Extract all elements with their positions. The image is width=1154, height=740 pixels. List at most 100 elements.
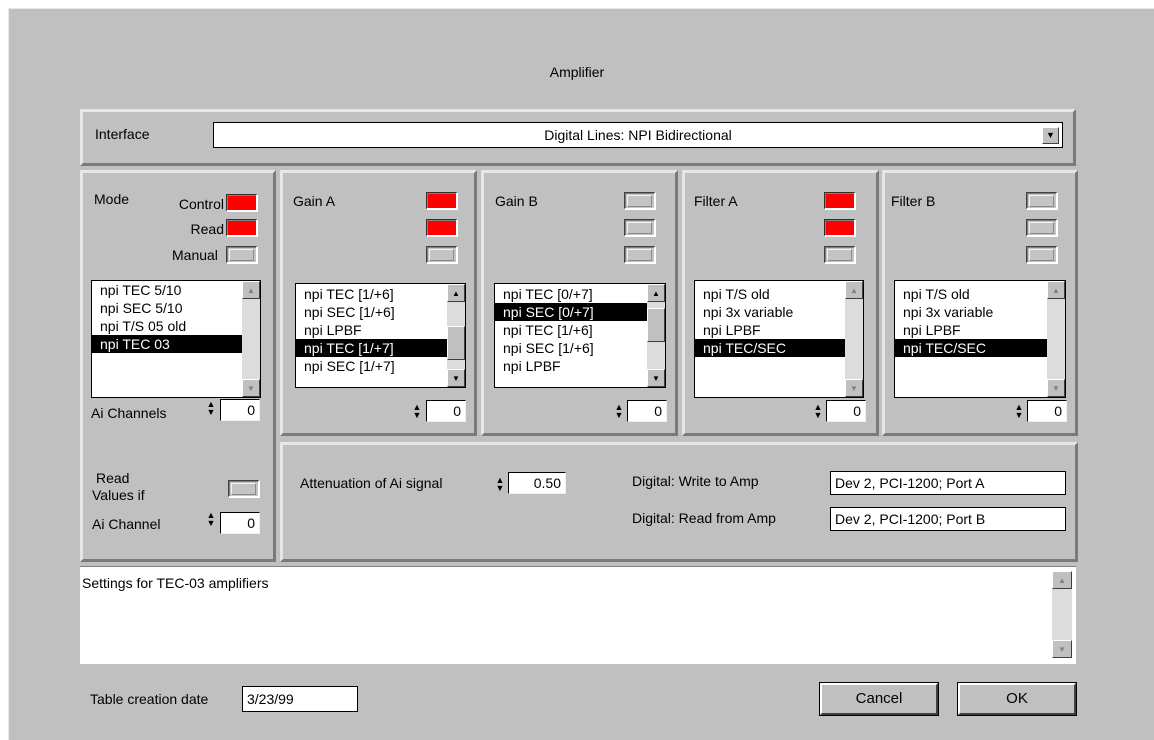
ok-button[interactable]: OK [957, 682, 1077, 716]
filter-b-scrollbar[interactable]: ▲ ▼ [1047, 281, 1065, 397]
notes-scrollbar[interactable]: ▲ ▼ [1052, 571, 1072, 658]
list-item[interactable]: npi SEC [0/+7] [495, 303, 647, 321]
write-field[interactable]: Dev 2, PCI-1200; Port A [830, 471, 1066, 495]
list-item[interactable]: npi LPBF [895, 321, 1047, 339]
mode-listbox[interactable]: npi TEC 5/10 npi SEC 5/10 npi T/S 05 old… [91, 280, 261, 398]
read-values-channel-field[interactable]: 0 [220, 512, 260, 534]
scroll-up-icon[interactable]: ▲ [845, 281, 863, 299]
scroll-down-icon[interactable]: ▼ [1052, 640, 1072, 658]
list-item[interactable]: npi T/S old [695, 285, 845, 303]
list-item[interactable]: npi TEC [1/+6] [296, 285, 447, 303]
list-item[interactable]: npi SEC 5/10 [92, 299, 242, 317]
attenuation-field[interactable]: 0.50 [508, 472, 566, 494]
list-item[interactable]: npi T/S old [895, 285, 1047, 303]
gain-a-label: Gain A [293, 193, 336, 209]
notes-text: Settings for TEC-03 amplifiers [82, 575, 269, 591]
list-item[interactable]: npi LPBF [296, 321, 447, 339]
filter-b-led-2[interactable] [1026, 219, 1058, 237]
attenuation-label: Attenuation of Ai signal [300, 475, 443, 491]
gain-a-led-3[interactable] [426, 246, 458, 264]
mode-manual-led[interactable] [226, 246, 258, 264]
interface-value: Digital Lines: NPI Bidirectional [544, 127, 732, 143]
filter-a-led-3[interactable] [824, 246, 856, 264]
scroll-up-icon[interactable]: ▲ [647, 284, 665, 302]
cancel-button[interactable]: Cancel [819, 682, 939, 716]
filter-b-led-3[interactable] [1026, 246, 1058, 264]
list-item[interactable]: npi TEC [0/+7] [495, 285, 647, 303]
scroll-up-icon[interactable]: ▲ [1047, 281, 1065, 299]
list-item[interactable]: npi TEC [1/+7] [296, 339, 447, 357]
list-item[interactable]: npi LPBF [695, 321, 845, 339]
gain-a-field[interactable]: 0 [426, 400, 466, 422]
scroll-down-icon[interactable]: ▼ [447, 369, 465, 387]
filter-a-scrollbar[interactable]: ▲ ▼ [845, 281, 863, 397]
mode-manual-label: Manual [172, 247, 218, 263]
gain-a-listbox[interactable]: npi TEC [1/+6] npi SEC [1/+6] npi LPBF n… [295, 283, 466, 388]
spinner-icon[interactable]: ▲ ▼ [205, 400, 217, 417]
gain-b-label: Gain B [495, 193, 538, 209]
mode-scrollbar[interactable]: ▲ ▼ [242, 281, 260, 397]
filter-b-listbox[interactable]: npi T/S old npi 3x variable npi LPBF npi… [894, 280, 1066, 398]
list-item[interactable]: npi TEC/SEC [895, 339, 1047, 357]
filter-a-field[interactable]: 0 [826, 400, 866, 422]
scroll-up-icon[interactable]: ▲ [242, 281, 260, 299]
filter-a-listbox[interactable]: npi T/S old npi 3x variable npi LPBF npi… [694, 280, 864, 398]
scroll-up-icon[interactable]: ▲ [1052, 571, 1072, 589]
gain-b-listbox[interactable]: npi TEC [0/+7] npi SEC [0/+7] npi TEC [1… [494, 283, 666, 388]
list-item[interactable]: npi SEC [1/+6] [495, 339, 647, 357]
ai-channels-label: Ai Channels [91, 405, 167, 421]
list-item[interactable]: npi T/S 05 old [92, 317, 242, 335]
filter-a-label: Filter A [694, 193, 738, 209]
read-values-label-2: Values if [92, 487, 145, 503]
gain-b-led-2[interactable] [624, 219, 656, 237]
scroll-down-icon[interactable]: ▼ [1047, 379, 1065, 397]
read-field[interactable]: Dev 2, PCI-1200; Port B [830, 507, 1066, 531]
gain-b-field[interactable]: 0 [627, 400, 667, 422]
scroll-down-icon[interactable]: ▼ [845, 379, 863, 397]
filter-a-led-1[interactable] [824, 192, 856, 210]
list-item[interactable]: npi TEC [1/+6] [495, 321, 647, 339]
spinner-icon[interactable]: ▲ ▼ [613, 403, 625, 420]
scroll-thumb[interactable] [647, 308, 665, 342]
mode-control-label: Control [178, 196, 224, 212]
gain-a-scrollbar[interactable]: ▲ ▼ [447, 284, 465, 387]
list-item[interactable]: npi TEC 03 [92, 335, 242, 353]
mode-label: Mode [94, 191, 130, 207]
chevron-down-icon[interactable]: ▼ [1042, 126, 1059, 144]
mode-read-led[interactable] [226, 219, 258, 237]
list-item[interactable]: npi LPBF [495, 357, 647, 375]
ai-channels-field[interactable]: 0 [220, 399, 260, 421]
scroll-down-icon[interactable]: ▼ [647, 369, 665, 387]
gain-b-scrollbar[interactable]: ▲ ▼ [647, 284, 665, 387]
list-item[interactable]: npi SEC [1/+6] [296, 303, 447, 321]
scroll-thumb[interactable] [447, 326, 465, 360]
spinner-icon[interactable]: ▲ ▼ [411, 403, 423, 420]
spinner-icon[interactable]: ▲ ▼ [1013, 403, 1025, 420]
filter-b-label: Filter B [891, 193, 936, 209]
filter-a-led-2[interactable] [824, 219, 856, 237]
filter-b-led-1[interactable] [1026, 192, 1058, 210]
list-item[interactable]: npi 3x variable [895, 303, 1047, 321]
list-item[interactable]: npi TEC 5/10 [92, 281, 242, 299]
list-item[interactable]: npi TEC/SEC [695, 339, 845, 357]
list-item[interactable]: npi SEC [1/+7] [296, 357, 447, 375]
window-title: Amplifier [549, 64, 605, 80]
scroll-down-icon[interactable]: ▼ [242, 379, 260, 397]
notes-textarea[interactable]: Settings for TEC-03 amplifiers ▲ ▼ [80, 566, 1076, 664]
write-label: Digital: Write to Amp [632, 473, 759, 489]
mode-read-label: Read [190, 221, 224, 237]
gain-a-led-2[interactable] [426, 219, 458, 237]
gain-b-led-1[interactable] [624, 192, 656, 210]
gain-a-led-1[interactable] [426, 192, 458, 210]
date-field[interactable]: 3/23/99 [242, 686, 358, 712]
list-item[interactable]: npi 3x variable [695, 303, 845, 321]
scroll-up-icon[interactable]: ▲ [447, 284, 465, 302]
interface-dropdown[interactable]: Digital Lines: NPI Bidirectional ▼ [213, 122, 1063, 148]
spinner-icon[interactable]: ▲ ▼ [494, 476, 506, 493]
read-values-led[interactable] [228, 480, 260, 498]
filter-b-field[interactable]: 0 [1027, 400, 1067, 422]
spinner-icon[interactable]: ▲ ▼ [812, 403, 824, 420]
gain-b-led-3[interactable] [624, 246, 656, 264]
mode-control-led[interactable] [226, 194, 258, 212]
spinner-icon[interactable]: ▲ ▼ [205, 511, 217, 528]
